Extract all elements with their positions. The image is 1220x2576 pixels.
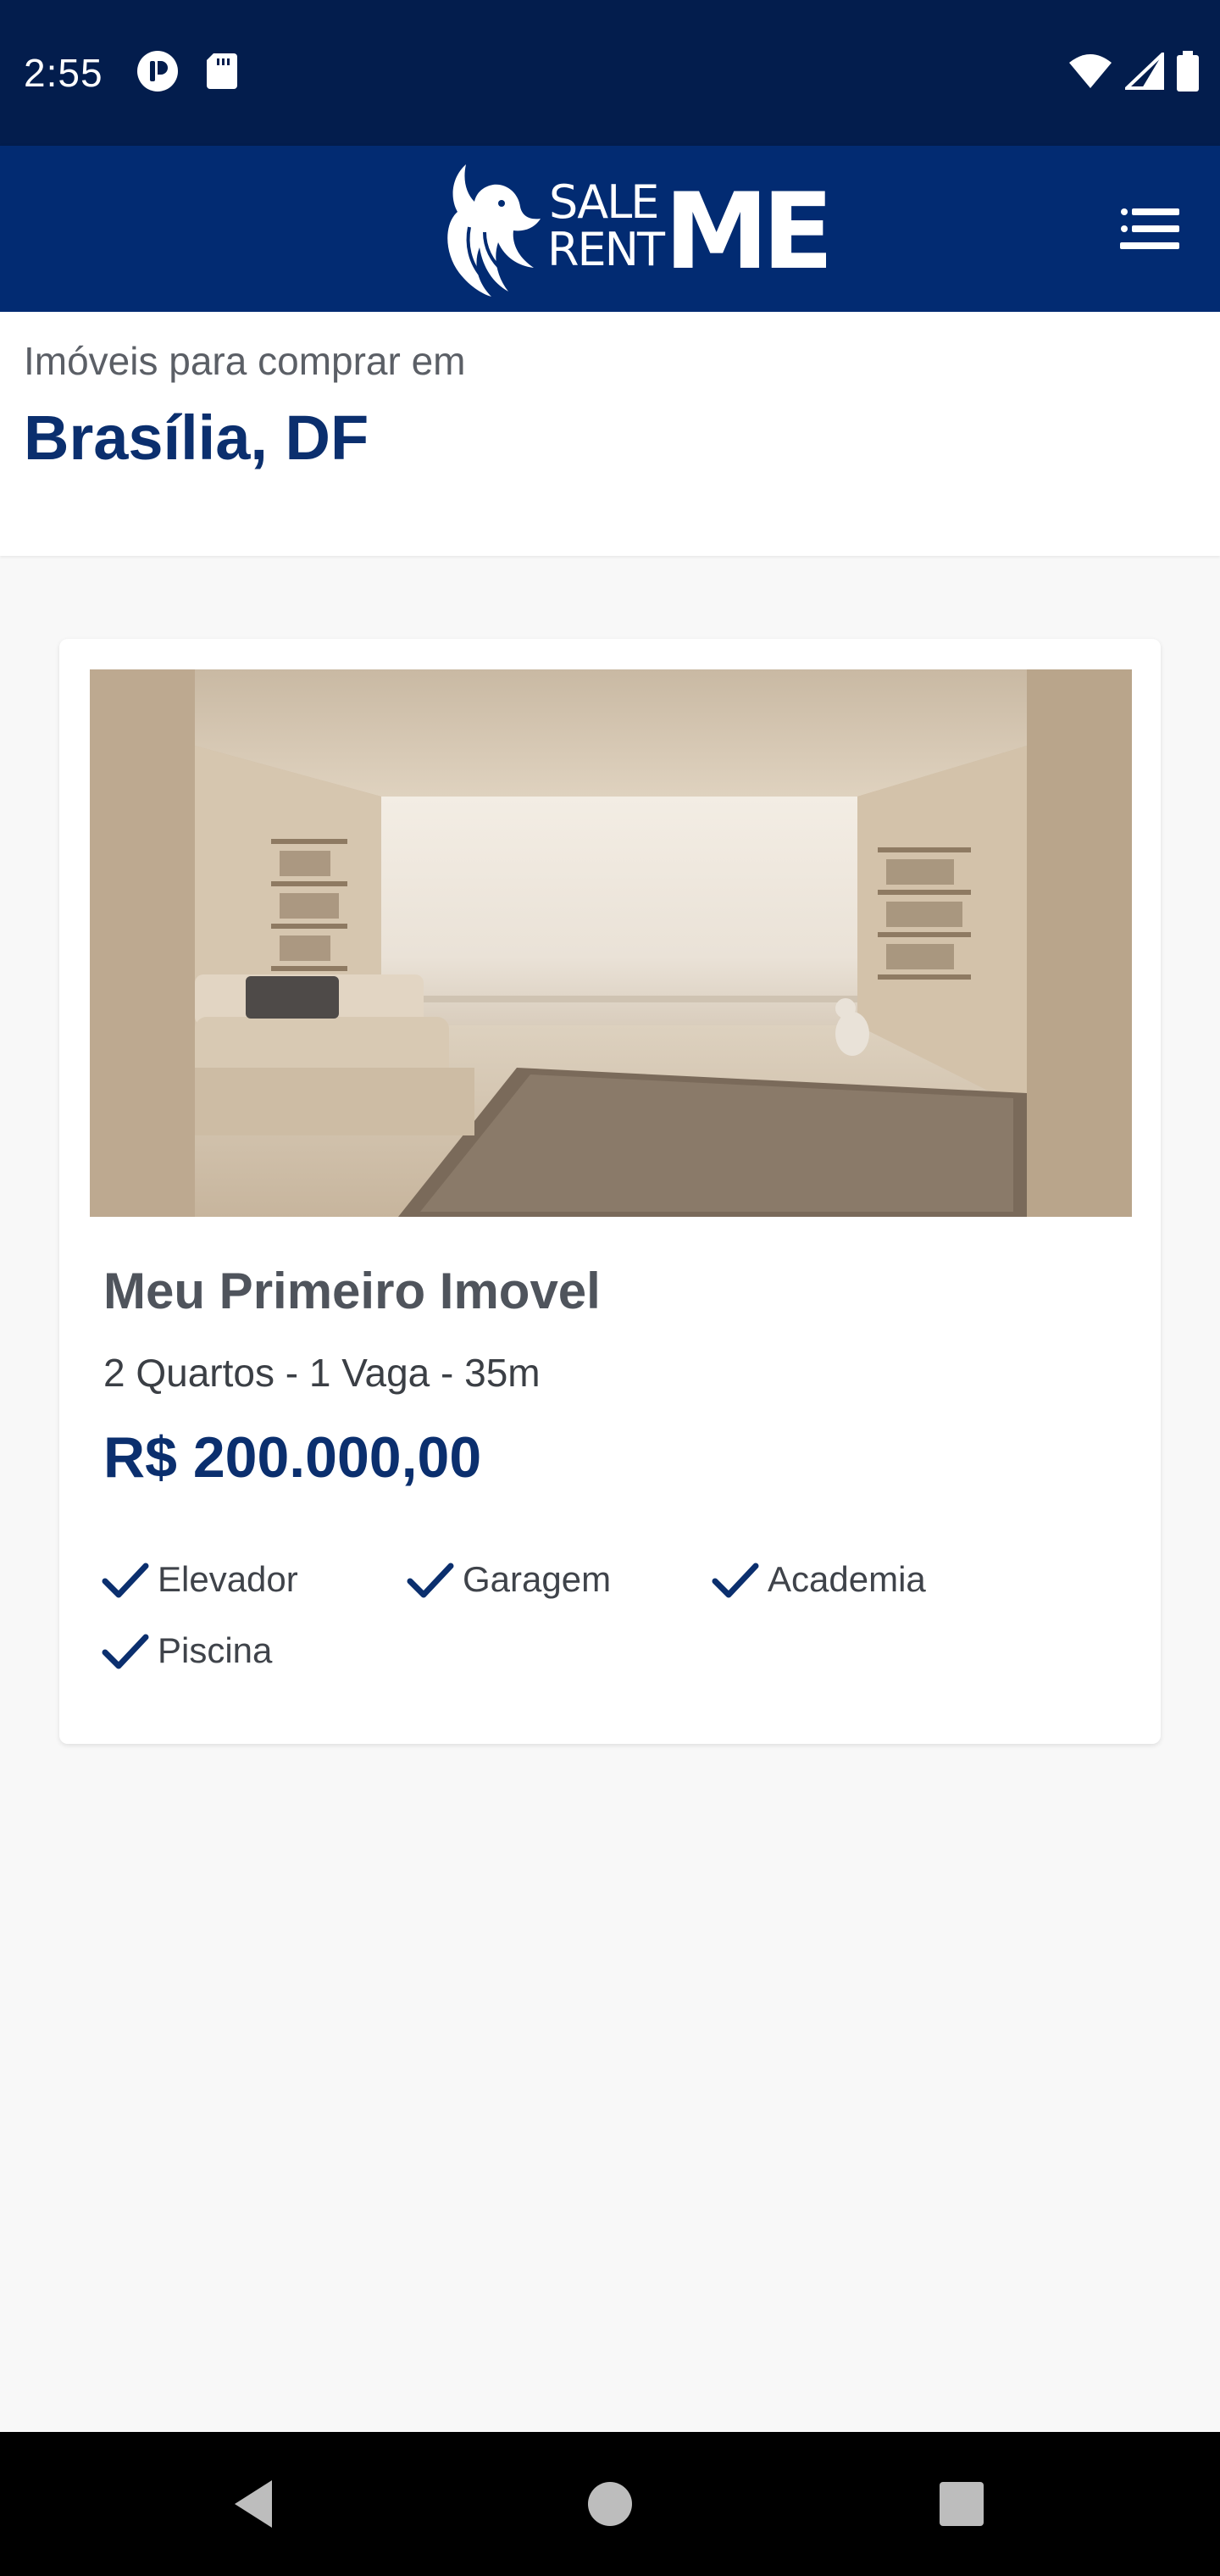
menu-button[interactable]: [1120, 205, 1179, 253]
location-title: Brasília, DF: [24, 402, 369, 473]
app-header: SALE RENT ME: [0, 146, 1220, 312]
signal-icon: [1123, 49, 1164, 94]
check-icon: [407, 1563, 454, 1598]
location-subtitle: Imóveis para comprar em: [24, 339, 466, 383]
amenity-label: Piscina: [158, 1630, 273, 1670]
sd-card-icon: [205, 52, 239, 95]
notification-icon: [136, 49, 180, 97]
status-time: 2:55: [24, 51, 103, 95]
status-icons-left: [136, 49, 239, 97]
amenity-label: Garagem: [463, 1559, 612, 1599]
home-icon: [588, 2482, 632, 2526]
home-button[interactable]: [572, 2466, 648, 2542]
amenity-item: Academia: [710, 1554, 926, 1605]
location-section: Imóveis para comprar em Brasília, DF: [0, 312, 1220, 556]
check-icon: [712, 1563, 759, 1598]
logo-sale-text: SALE: [549, 175, 659, 229]
back-button[interactable]: [217, 2466, 293, 2542]
amenity-label: Elevador: [158, 1559, 298, 1599]
battery-icon: [1176, 50, 1200, 96]
salerentme-logo[interactable]: SALE RENT ME: [441, 158, 834, 300]
check-icon: [102, 1563, 149, 1598]
hamburger-menu-icon: [1120, 208, 1179, 249]
logo-me-text: ME: [664, 171, 834, 293]
check-icon: [102, 1634, 149, 1669]
property-details: 2 Quartos - 1 Vaga - 35m: [103, 1351, 541, 1395]
wifi-icon: [1068, 53, 1113, 94]
property-image: [90, 669, 1132, 1217]
system-nav-bar: [0, 2432, 1220, 2576]
recents-button[interactable]: [923, 2466, 1000, 2542]
property-title: Meu Primeiro Imovel: [103, 1263, 601, 1319]
back-icon: [235, 2480, 272, 2528]
amenity-item: Garagem: [405, 1554, 611, 1605]
recents-icon: [940, 2482, 984, 2526]
property-card[interactable]: Meu Primeiro Imovel 2 Quartos - 1 Vaga -…: [59, 639, 1161, 1744]
bird-logo-icon: [447, 164, 541, 297]
amenity-item: Piscina: [100, 1625, 272, 1676]
property-price: R$ 200.000,00: [103, 1425, 482, 1490]
status-icons-right: [1068, 49, 1200, 96]
logo-rent-text: RENT: [547, 223, 665, 276]
amenity-label: Academia: [768, 1559, 926, 1599]
status-bar: 2:55: [0, 0, 1220, 146]
amenity-item: Elevador: [100, 1554, 298, 1605]
